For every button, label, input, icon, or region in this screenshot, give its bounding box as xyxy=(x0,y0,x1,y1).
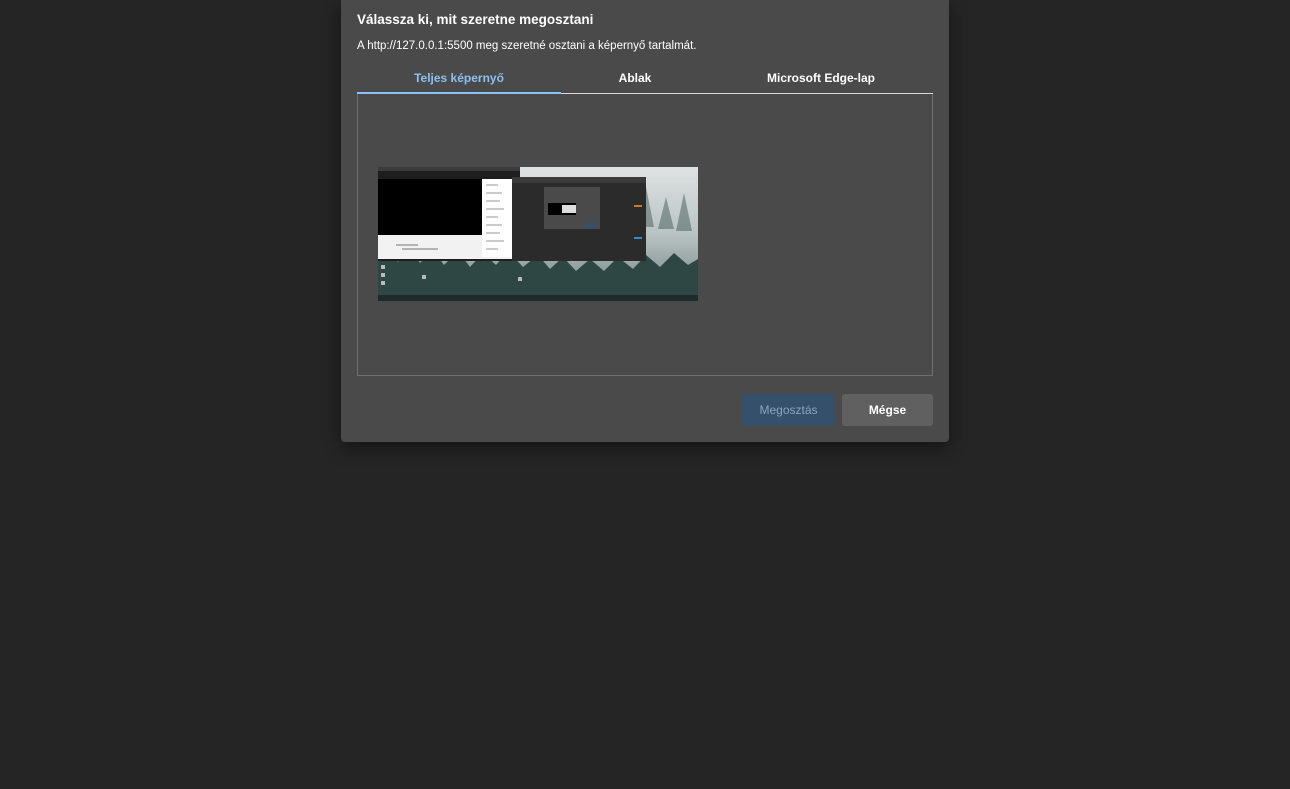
dialog-title: Válassza ki, mit szeretne megosztani xyxy=(357,12,594,27)
screen-thumbnail-image xyxy=(378,167,698,301)
source-list-panel xyxy=(357,94,933,376)
screen-share-dialog: Válassza ki, mit szeretne megosztani A h… xyxy=(341,0,949,442)
tab-window[interactable]: Ablak xyxy=(561,62,709,93)
share-source-tabs: Teljes képernyő Ablak Microsoft Edge-lap xyxy=(357,62,933,94)
share-button[interactable]: Megosztás xyxy=(742,394,835,426)
tab-entire-screen[interactable]: Teljes képernyő xyxy=(357,62,561,94)
screen-thumbnail[interactable] xyxy=(378,167,698,301)
cancel-button[interactable]: Mégse xyxy=(842,394,933,426)
dialog-subtitle: A http://127.0.0.1:5500 meg szeretné osz… xyxy=(357,40,697,52)
tab-edge-tab[interactable]: Microsoft Edge-lap xyxy=(709,62,933,93)
